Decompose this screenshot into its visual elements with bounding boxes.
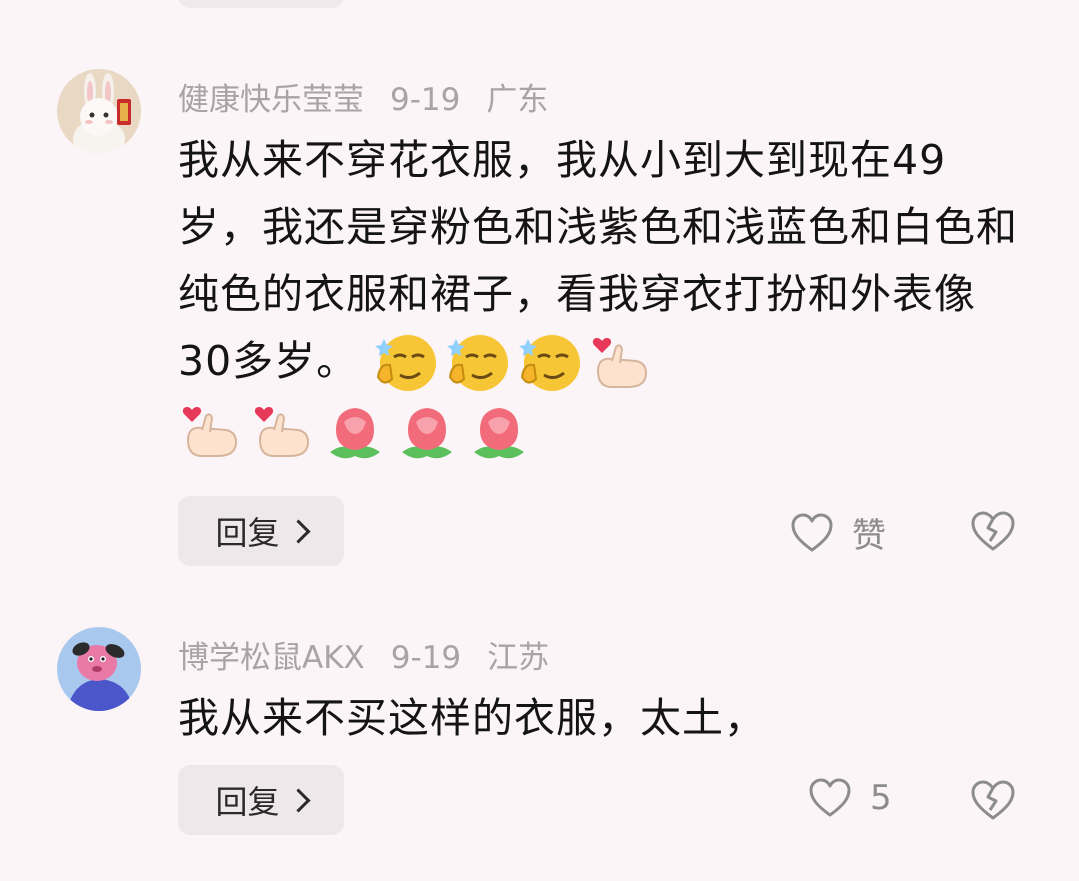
comment-location: 广东 xyxy=(486,82,549,118)
comment-text-block: 我从来不买这样的衣服，太土， xyxy=(178,685,1018,752)
reply-button[interactable]: 回复 xyxy=(178,765,344,835)
like-count: 5 xyxy=(870,778,892,818)
dislike-button[interactable] xyxy=(970,779,1016,825)
heart-outline-icon xyxy=(809,778,851,817)
previous-reply-button[interactable] xyxy=(178,0,344,8)
comment-text: 我从来不买这样的衣服，太土， xyxy=(178,694,766,742)
broken-heart-icon xyxy=(971,511,1015,551)
rose-emoji-icon xyxy=(330,408,380,459)
rose-emoji-icon xyxy=(402,408,452,459)
comment-meta: 健康快乐莹莹 9-19 广东 xyxy=(178,74,574,119)
rose-emoji-icon xyxy=(474,408,524,459)
smirk-thumb-emoji-icon xyxy=(447,335,509,391)
dislike-button[interactable] xyxy=(970,510,1016,556)
comment-location: 江苏 xyxy=(487,640,550,676)
finger-heart-emoji-icon xyxy=(182,407,238,457)
reply-label: 回复 xyxy=(215,514,280,552)
comment-text-block: 我从来不穿花衣服，我从小到大到现在49岁，我还是穿粉色和浅紫色和浅蓝色和白色和纯… xyxy=(178,127,1018,466)
chevron-right-icon xyxy=(285,787,311,813)
finger-heart-emoji-icon xyxy=(254,407,310,457)
cartoon-dog-avatar-icon xyxy=(57,627,141,711)
comment-date: 9-19 xyxy=(390,82,461,118)
heart-outline-icon xyxy=(791,513,833,551)
username[interactable]: 博学松鼠AKX xyxy=(178,640,365,676)
chevron-right-icon xyxy=(285,518,311,544)
avatar[interactable] xyxy=(57,69,141,153)
reply-button[interactable]: 回复 xyxy=(178,496,344,566)
reply-label: 回复 xyxy=(215,783,280,821)
smirk-thumb-emoji-icon xyxy=(519,335,581,391)
comment-meta: 博学松鼠AKX 9-19 江苏 xyxy=(178,632,575,677)
rabbit-avatar-icon xyxy=(57,69,141,153)
like-label: 赞 xyxy=(852,516,886,556)
username[interactable]: 健康快乐莹莹 xyxy=(178,82,364,118)
avatar[interactable] xyxy=(57,627,141,711)
like-button[interactable]: 5 xyxy=(808,778,892,818)
finger-heart-emoji-icon xyxy=(593,338,648,388)
like-button[interactable]: 赞 xyxy=(790,508,886,557)
comment-date: 9-19 xyxy=(390,640,462,676)
broken-heart-icon xyxy=(971,780,1015,820)
smirk-thumb-emoji-icon xyxy=(375,335,437,391)
